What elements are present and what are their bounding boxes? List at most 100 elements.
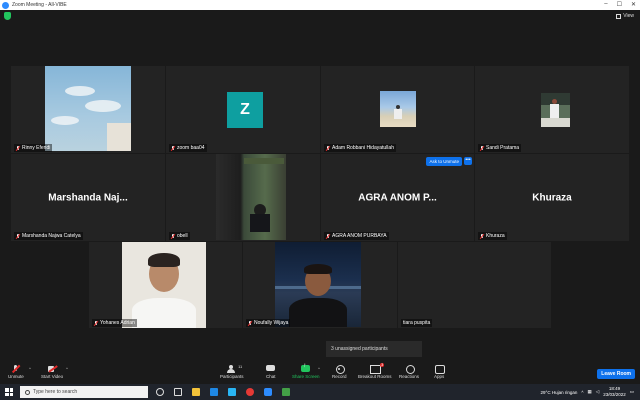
participant-tile[interactable]: Adam Robbani Hidayatullah bbox=[321, 66, 474, 153]
mic-muted-icon bbox=[326, 145, 330, 151]
participant-video bbox=[541, 93, 570, 127]
minimize-icon[interactable]: – bbox=[604, 1, 607, 8]
view-label: View bbox=[623, 13, 634, 19]
participant-display-name: Marshanda Naj... bbox=[48, 192, 128, 203]
mic-muted-icon bbox=[171, 145, 175, 151]
participants-icon: 11 bbox=[227, 364, 242, 373]
notifications-icon[interactable]: ▭ bbox=[630, 389, 634, 395]
title-bar: Zoom Meeting - All-VIBE – ☐ ✕ bbox=[0, 0, 640, 10]
system-tray: 29°C Hujan ringan ^ ▦ ◁ 18:49 23/03/2022… bbox=[541, 386, 634, 398]
participant-tile[interactable]: Rinny Efendi bbox=[11, 66, 165, 153]
maximize-icon[interactable]: ☐ bbox=[617, 1, 622, 8]
view-button[interactable]: View bbox=[616, 13, 634, 19]
search-icon bbox=[25, 389, 30, 395]
participants-button[interactable]: 11 Participants bbox=[220, 364, 244, 379]
participant-name: Marshanda Najwa Catelya bbox=[22, 233, 81, 239]
participant-name-tag: obell bbox=[169, 232, 190, 240]
edge-icon[interactable] bbox=[210, 388, 218, 396]
shield-icon[interactable] bbox=[4, 12, 11, 20]
reactions-button[interactable]: Reactions bbox=[399, 365, 419, 379]
person-body bbox=[289, 298, 347, 327]
building bbox=[107, 123, 131, 151]
participant-name-tag: Sandi Pratama bbox=[478, 144, 522, 152]
windows-taskbar: Type here to search 29°C Hujan ringan ^ … bbox=[0, 384, 640, 400]
participant-name: AGRA ANOM PURBAYA bbox=[332, 233, 387, 239]
participant-name-tag: Yohanes Adrian bbox=[92, 319, 137, 327]
window-controls: – ☐ ✕ bbox=[604, 1, 636, 8]
participant-name: Rinny Efendi bbox=[22, 145, 51, 151]
participant-tile[interactable]: tiara puspita bbox=[398, 242, 551, 328]
breakout-rooms-icon: 3 bbox=[370, 363, 385, 374]
person-hair bbox=[304, 264, 332, 274]
record-button[interactable]: Record bbox=[332, 365, 347, 379]
more-options-button[interactable]: ••• bbox=[464, 157, 472, 165]
unassigned-participants-notice[interactable]: 3 unassigned participants bbox=[326, 341, 422, 357]
ask-to-unmute-button[interactable]: Ask to Unmute bbox=[426, 157, 462, 166]
mic-muted-icon bbox=[16, 233, 20, 239]
participant-tile[interactable]: Ask to Unmute ••• AGRA ANOM P... AGRA AN… bbox=[321, 154, 474, 241]
share-options-caret[interactable]: ^ bbox=[318, 366, 320, 371]
video-gallery: Rinny Efendi Z zoom baa04 Adam Robbani H… bbox=[0, 22, 640, 360]
breakout-rooms-label: Breakout Rooms bbox=[358, 374, 392, 379]
person-hair bbox=[148, 253, 180, 267]
audio-options-caret[interactable]: ^ bbox=[29, 366, 31, 371]
participant-display-name: AGRA ANOM P... bbox=[358, 192, 437, 203]
chrome-icon[interactable] bbox=[246, 388, 254, 396]
windows-start-icon[interactable] bbox=[5, 388, 13, 396]
start-video-button[interactable]: Start Video bbox=[41, 365, 63, 379]
participant-tile[interactable]: Noufally Wijaya bbox=[243, 242, 397, 328]
participant-name: obell bbox=[177, 233, 188, 239]
participant-tile[interactable]: obell bbox=[166, 154, 320, 241]
participant-tile[interactable]: Marshanda Naj... Marshanda Najwa Catelya bbox=[11, 154, 165, 241]
start-video-label: Start Video bbox=[41, 374, 64, 379]
mic-muted-icon bbox=[171, 233, 175, 239]
taskbar-search[interactable]: Type here to search bbox=[20, 386, 148, 398]
video-options-caret[interactable]: ^ bbox=[66, 366, 68, 371]
camera-off-icon bbox=[47, 365, 57, 373]
weather-widget[interactable]: 29°C Hujan ringan bbox=[541, 390, 578, 395]
mic-muted-icon bbox=[480, 145, 484, 151]
chevron-up-icon[interactable]: ^ bbox=[581, 390, 583, 395]
participant-tile[interactable]: Yohanes Adrian bbox=[89, 242, 242, 328]
share-screen-button[interactable]: Share Screen bbox=[292, 363, 320, 379]
avatar: Z bbox=[227, 92, 263, 128]
participant-tile[interactable]: Z zoom baa04 bbox=[166, 66, 320, 153]
participant-display-name: Khuraza bbox=[532, 192, 572, 203]
mic-muted-icon bbox=[94, 320, 98, 326]
clock[interactable]: 18:49 23/03/2022 bbox=[603, 386, 626, 398]
mic-muted-icon bbox=[480, 233, 484, 239]
apps-icon bbox=[434, 365, 445, 374]
apps-button[interactable]: Apps bbox=[434, 365, 445, 379]
unmute-label: Unmute bbox=[8, 374, 24, 379]
volume-icon[interactable]: ◁ bbox=[596, 389, 599, 395]
participant-name: Noufally Wijaya bbox=[254, 320, 289, 326]
close-icon[interactable]: ✕ bbox=[631, 1, 636, 8]
participant-video bbox=[45, 66, 131, 151]
leave-room-button[interactable]: Leave Room bbox=[597, 369, 635, 379]
window-title: Zoom Meeting - All-VIBE bbox=[12, 2, 67, 8]
chat-icon bbox=[266, 365, 276, 373]
search-placeholder: Type here to search bbox=[33, 389, 78, 395]
cortana-icon[interactable] bbox=[156, 388, 164, 396]
file-explorer-icon[interactable] bbox=[192, 388, 200, 396]
share-screen-label: Share Screen bbox=[292, 374, 320, 379]
unmute-button[interactable]: Unmute bbox=[8, 365, 24, 379]
participant-video bbox=[122, 242, 206, 328]
store-icon[interactable] bbox=[228, 388, 236, 396]
task-view-icon[interactable] bbox=[174, 388, 182, 396]
participant-tile[interactable]: Khuraza Khuraza bbox=[475, 154, 629, 241]
mic-muted-icon bbox=[16, 145, 20, 151]
participant-name-tag: Rinny Efendi bbox=[14, 144, 53, 152]
network-icon[interactable]: ▦ bbox=[587, 389, 591, 395]
participant-name: Khuraza bbox=[486, 233, 505, 239]
participant-tile[interactable]: Sandi Pratama bbox=[475, 66, 629, 153]
participant-name-tag: Noufally Wijaya bbox=[246, 319, 291, 327]
breakout-badge: 3 bbox=[380, 363, 385, 367]
app-icon[interactable] bbox=[282, 388, 290, 396]
record-icon bbox=[335, 365, 345, 374]
zoom-taskbar-icon[interactable] bbox=[264, 388, 272, 396]
participants-count: 11 bbox=[238, 364, 243, 369]
chat-button[interactable]: Chat bbox=[266, 365, 276, 379]
breakout-rooms-button[interactable]: 3 Breakout Rooms bbox=[358, 363, 392, 379]
participant-name-tag: Khuraza bbox=[478, 232, 507, 240]
